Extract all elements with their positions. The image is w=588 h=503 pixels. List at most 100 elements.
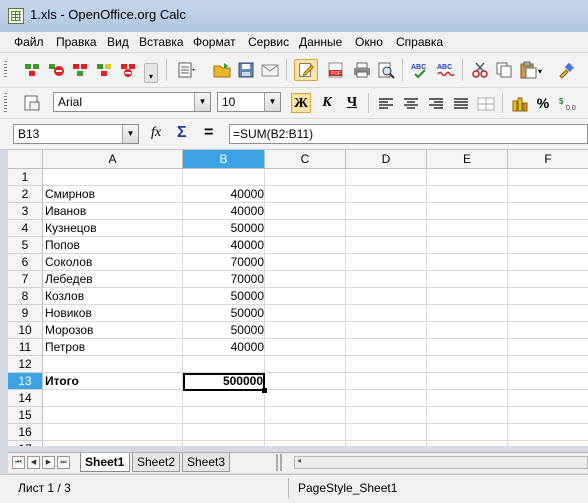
column-header-b[interactable]: B bbox=[183, 150, 265, 169]
styles-formatting-icon[interactable] bbox=[22, 94, 42, 112]
name-box[interactable]: B13 ▼ bbox=[13, 124, 139, 144]
next-sheet-icon[interactable]: ▶ bbox=[42, 456, 55, 469]
font-name-combo[interactable]: Arial ▼ bbox=[53, 92, 211, 112]
justify-icon[interactable] bbox=[451, 95, 471, 113]
formula-input[interactable]: =SUM(B2:B11) bbox=[229, 124, 588, 144]
cell-employee-name[interactable]: Попов bbox=[45, 237, 80, 254]
column-header-f[interactable]: F bbox=[508, 150, 588, 169]
menu-insert[interactable]: Вставка bbox=[139, 35, 184, 49]
email-icon[interactable] bbox=[260, 61, 280, 79]
row-header[interactable]: 2 bbox=[8, 186, 43, 203]
column-header-a[interactable]: A bbox=[43, 150, 183, 169]
row-header-selected[interactable]: 13 bbox=[8, 373, 43, 390]
cell-salary[interactable]: 50000 bbox=[183, 288, 264, 305]
record-macro-green-icon[interactable] bbox=[22, 61, 42, 79]
edit-mode-icon[interactable] bbox=[294, 59, 318, 81]
column-header-c[interactable]: C bbox=[265, 150, 346, 169]
page-style-status[interactable]: PageStyle_Sheet1 bbox=[298, 481, 397, 495]
menu-data[interactable]: Данные bbox=[299, 35, 342, 49]
currency-format-icon[interactable] bbox=[510, 95, 530, 113]
cell-salary[interactable]: 40000 bbox=[183, 203, 264, 220]
cell-salary[interactable]: 40000 bbox=[183, 339, 264, 356]
italic-button[interactable]: К bbox=[317, 93, 337, 113]
row-header[interactable]: 9 bbox=[8, 305, 43, 322]
cut-icon[interactable] bbox=[470, 61, 490, 79]
cell-employee-name[interactable]: Лебедев bbox=[45, 271, 93, 288]
cell-employee-name[interactable]: Козлов bbox=[45, 288, 84, 305]
sheet-tab-sheet2[interactable]: Sheet2 bbox=[132, 453, 180, 472]
font-name-dropdown-icon[interactable]: ▼ bbox=[194, 93, 210, 111]
previous-sheet-icon[interactable]: ◀ bbox=[27, 456, 40, 469]
last-sheet-icon[interactable]: ⏭ bbox=[57, 456, 70, 469]
spellcheck-icon[interactable]: ABC bbox=[410, 61, 430, 79]
navigator-red-icon[interactable] bbox=[70, 61, 90, 79]
sheet-tab-sheet3[interactable]: Sheet3 bbox=[182, 453, 230, 472]
menu-window[interactable]: Окно bbox=[355, 35, 383, 49]
cell-total-label[interactable]: Итого bbox=[45, 373, 79, 390]
scroll-left-icon[interactable]: ◂ bbox=[297, 456, 301, 465]
row-header[interactable]: 15 bbox=[8, 407, 43, 424]
sum-icon[interactable]: Σ bbox=[177, 124, 187, 142]
row-header[interactable]: 10 bbox=[8, 322, 43, 339]
cell-total-value[interactable]: 500000 bbox=[183, 373, 263, 390]
spreadsheet-grid[interactable]: A B C D E F 1 2 3 4 5 6 7 8 9 10 11 12 1… bbox=[8, 150, 588, 446]
row-header[interactable]: 12 bbox=[8, 356, 43, 373]
tab-splitter-handle[interactable] bbox=[276, 454, 282, 471]
shapes-mixed-icon[interactable] bbox=[94, 61, 114, 79]
bold-button[interactable]: Ж bbox=[291, 93, 311, 113]
cell-salary[interactable]: 40000 bbox=[183, 186, 264, 203]
row-header[interactable]: 4 bbox=[8, 220, 43, 237]
cell-salary[interactable]: 70000 bbox=[183, 271, 264, 288]
copy-icon[interactable] bbox=[494, 61, 514, 79]
menu-edit[interactable]: Правка bbox=[56, 35, 97, 49]
row-header[interactable]: 6 bbox=[8, 254, 43, 271]
cell-salary[interactable]: 70000 bbox=[183, 254, 264, 271]
horizontal-scrollbar[interactable]: ◂ bbox=[294, 456, 588, 469]
toolbar-overflow-icon[interactable]: ▾ bbox=[144, 63, 158, 83]
save-icon[interactable] bbox=[236, 61, 256, 79]
cell-employee-name[interactable]: Иванов bbox=[45, 203, 86, 220]
percent-button[interactable]: % bbox=[533, 93, 553, 113]
autospellcheck-icon[interactable]: ABC bbox=[436, 61, 456, 79]
print-preview-icon[interactable] bbox=[376, 61, 396, 79]
row-header[interactable]: 3 bbox=[8, 203, 43, 220]
sheet-tab-sheet1[interactable]: Sheet1 bbox=[80, 453, 130, 472]
font-size-dropdown-icon[interactable]: ▼ bbox=[264, 93, 280, 111]
cell-salary[interactable]: 50000 bbox=[183, 220, 264, 237]
row-header[interactable]: 14 bbox=[8, 390, 43, 407]
cell-salary[interactable]: 50000 bbox=[183, 305, 264, 322]
first-sheet-icon[interactable]: ⏮ bbox=[12, 456, 25, 469]
column-header-e[interactable]: E bbox=[427, 150, 508, 169]
align-right-icon[interactable] bbox=[426, 95, 446, 113]
menu-format[interactable]: Формат bbox=[193, 35, 236, 49]
toolbar-grip[interactable] bbox=[4, 93, 7, 113]
font-size-combo[interactable]: 10 ▼ bbox=[217, 92, 281, 112]
equals-icon[interactable]: = bbox=[204, 124, 213, 142]
row-header[interactable]: 8 bbox=[8, 288, 43, 305]
row-header[interactable]: 17 bbox=[8, 441, 43, 446]
menu-view[interactable]: Вид bbox=[107, 35, 129, 49]
number-format-icon[interactable]: $0.0 bbox=[558, 95, 578, 113]
row-header[interactable]: 16 bbox=[8, 424, 43, 441]
export-pdf-icon[interactable]: PDF bbox=[326, 61, 346, 79]
stop-macro-icon[interactable] bbox=[46, 61, 66, 79]
merge-cells-icon[interactable] bbox=[476, 95, 496, 113]
toolbar-grip[interactable] bbox=[4, 61, 7, 79]
shapes-remove-icon[interactable] bbox=[118, 61, 138, 79]
cell-employee-name[interactable]: Морозов bbox=[45, 322, 93, 339]
row-header[interactable]: 11 bbox=[8, 339, 43, 356]
cell-employee-name[interactable]: Соколов bbox=[45, 254, 92, 271]
column-header-d[interactable]: D bbox=[346, 150, 427, 169]
paste-dropdown-icon[interactable]: ▾ bbox=[538, 67, 546, 77]
align-left-icon[interactable] bbox=[376, 95, 396, 113]
cell-employee-name[interactable]: Кузнецов bbox=[45, 220, 97, 237]
cell-employee-name[interactable]: Петров bbox=[45, 339, 85, 356]
fill-handle[interactable] bbox=[262, 388, 267, 393]
open-folder-icon[interactable] bbox=[212, 61, 232, 79]
function-wizard-icon[interactable]: fx bbox=[151, 125, 161, 141]
menu-file[interactable]: Файл bbox=[14, 35, 44, 49]
menu-tools[interactable]: Сервис bbox=[248, 35, 289, 49]
format-paintbrush-icon[interactable] bbox=[556, 61, 576, 79]
cell-salary[interactable]: 50000 bbox=[183, 322, 264, 339]
cell-salary[interactable]: 40000 bbox=[183, 237, 264, 254]
